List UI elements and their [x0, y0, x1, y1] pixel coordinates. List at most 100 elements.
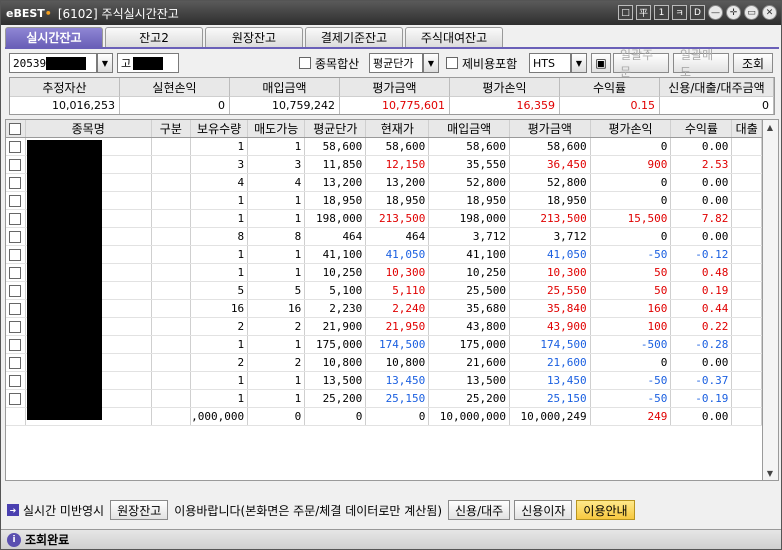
row-checkbox[interactable]: [6, 318, 26, 335]
grid-cell-cur: 21,950: [366, 318, 430, 335]
table-row[interactable]: 1 1 10,250 10,300 10,250 10,300 50 0.48: [6, 264, 762, 282]
grid-cell-avg: 25,200: [305, 390, 367, 407]
row-checkbox[interactable]: [6, 282, 26, 299]
table-row[interactable]: 1 1 175,000 174,500 175,000 174,500 -500 -0.28: [6, 336, 762, 354]
grid-header-cell[interactable]: 종목명: [26, 120, 152, 137]
table-row[interactable]: 1 1 58,600 58,600 58,600 58,600 0 0.00: [6, 138, 762, 156]
row-checkbox[interactable]: [6, 192, 26, 209]
ledger-balance-button[interactable]: 원장잔고: [110, 500, 169, 520]
avg-price-select[interactable]: 평균단가 ▼: [369, 53, 439, 73]
vertical-scrollbar[interactable]: ▲ ▼: [763, 119, 779, 481]
table-row[interactable]: 1 1 25,200 25,150 25,200 25,150 -50 -0.19: [6, 390, 762, 408]
save-icon[interactable]: ▣: [591, 53, 611, 73]
grid-header-cell[interactable]: 매도가능: [248, 120, 306, 137]
title-buttons: □ 平 1 ㅋ D — ✛ ▭ ✕: [618, 5, 777, 20]
grid-header-cell[interactable]: 구분: [152, 120, 192, 137]
grid-header-cell[interactable]: 평가금액: [510, 120, 591, 137]
table-row[interactable]: 1 1 41,100 41,050 41,100 41,050 -50 -0.12: [6, 246, 762, 264]
row-checkbox[interactable]: [6, 300, 26, 317]
table-row[interactable]: 4 4 13,200 13,200 52,800 52,800 0 0.00: [6, 174, 762, 192]
row-checkbox[interactable]: [6, 336, 26, 353]
row-checkbox[interactable]: [6, 390, 26, 407]
account-dropdown-icon[interactable]: ▼: [97, 53, 113, 73]
grid-header-cell[interactable]: 보유수량: [191, 120, 249, 137]
title-bar: eBEST• [6102] 주식실시간잔고 □ 平 1 ㅋ D — ✛ ▭ ✕: [1, 1, 781, 25]
tab-ledger-balance[interactable]: 원장잔고: [205, 27, 303, 47]
table-row[interactable]: 16 16 2,230 2,240 35,680 35,840 160 0.44: [6, 300, 762, 318]
group-icon[interactable]: ㅋ: [672, 5, 687, 20]
grid-header-cell[interactable]: 평가손익: [591, 120, 672, 137]
select-all-checkbox[interactable]: [6, 120, 26, 137]
account-input[interactable]: 20539: [9, 53, 97, 73]
grid-header-cell[interactable]: 수익률: [671, 120, 733, 137]
tab-realtime-balance[interactable]: 실시간잔고: [5, 27, 103, 47]
tab-settlement-balance[interactable]: 결제기준잔고: [305, 27, 403, 47]
grid-cell-loan: [732, 246, 762, 263]
cost-checkbox-row[interactable]: 제비용포함: [446, 53, 517, 73]
grid-cell-rate: 0.00: [671, 192, 733, 209]
chevron-down-icon[interactable]: ▼: [571, 53, 587, 73]
grid-cell-avg: 11,850: [305, 156, 367, 173]
scroll-up-icon[interactable]: ▲: [763, 120, 777, 134]
grid-header-cell[interactable]: 평균단가: [305, 120, 367, 137]
summary-checkbox[interactable]: [299, 57, 311, 69]
grid-cell-rate: 7.82: [671, 210, 733, 227]
table-row[interactable]: 1 1 18,950 18,950 18,950 18,950 0 0.00: [6, 192, 762, 210]
table-row[interactable]: 2 2 10,800 10,800 21,600 21,600 0 0.00: [6, 354, 762, 372]
bulk-sell-button[interactable]: 일괄매도: [673, 48, 729, 79]
row-checkbox[interactable]: [6, 138, 26, 155]
tab-balance2[interactable]: 잔고2: [105, 27, 203, 47]
export-icon[interactable]: D: [690, 5, 705, 20]
grid-cell-cur: 12,150: [366, 156, 430, 173]
grid-cell-qty: 2: [191, 354, 249, 371]
grid-cell-sellable: 0: [248, 408, 306, 425]
hts-select[interactable]: HTS ▼: [529, 53, 587, 73]
number-icon[interactable]: 1: [654, 5, 669, 20]
row-checkbox[interactable]: [6, 354, 26, 371]
close-icon[interactable]: ✕: [762, 5, 777, 20]
table-row[interactable]: 1 1 13,500 13,450 13,500 13,450 -50 -0.37: [6, 372, 762, 390]
grid-cell-buy: 41,100: [429, 246, 510, 263]
grid-cell-avg: 18,950: [305, 192, 367, 209]
table-row[interactable]: CMA RP0,000,00000010,000,00010,000,24924…: [6, 408, 762, 426]
table-row[interactable]: 2 2 21,900 21,950 43,800 43,900 100 0.22: [6, 318, 762, 336]
row-checkbox[interactable]: [6, 174, 26, 191]
chevron-down-icon[interactable]: ▼: [423, 53, 439, 73]
grid-header-cell[interactable]: 매입금액: [429, 120, 510, 137]
summary-checkbox-row[interactable]: 종목합산: [299, 53, 359, 73]
row-checkbox[interactable]: [6, 210, 26, 227]
row-checkbox[interactable]: [6, 156, 26, 173]
table-row[interactable]: 1 1 198,000 213,500 198,000 213,500 15,500 7.82: [6, 210, 762, 228]
credit-button[interactable]: 신용/대주: [448, 500, 511, 520]
grid-cell-eval: 213,500: [510, 210, 591, 227]
summary-header-cell: 추정자산: [10, 78, 120, 96]
row-checkbox[interactable]: [6, 228, 26, 245]
grid-cell-sellable: 2: [248, 354, 306, 371]
cost-checkbox[interactable]: [446, 57, 458, 69]
row-checkbox[interactable]: [6, 264, 26, 281]
guide-button[interactable]: 이용안내: [576, 500, 635, 520]
bulk-order-button[interactable]: 일괄주문: [613, 48, 669, 79]
minimize-icon[interactable]: —: [708, 5, 723, 20]
scroll-down-icon[interactable]: ▼: [763, 466, 777, 480]
grid-cell-buy: 10,250: [429, 264, 510, 281]
table-row[interactable]: 3 3 11,850 12,150 35,550 36,450 900 2.53: [6, 156, 762, 174]
query-button[interactable]: 조회: [733, 53, 773, 73]
grid-cell-type: [152, 264, 192, 281]
grid-header-cell[interactable]: 현재가: [366, 120, 430, 137]
arrow-right-icon: ➜: [7, 504, 19, 516]
table-row[interactable]: 5 5 5,100 5,110 25,500 25,550 50 0.19: [6, 282, 762, 300]
move-icon[interactable]: ✛: [726, 5, 741, 20]
summary-value-cell: 10,759,242: [230, 96, 340, 114]
row-checkbox[interactable]: [6, 246, 26, 263]
pin-icon[interactable]: 平: [636, 5, 651, 20]
row-checkbox[interactable]: [6, 408, 26, 425]
table-row[interactable]: 8 8 464 464 3,712 3,712 0 0.00: [6, 228, 762, 246]
grid-cell-rate: 0.00: [671, 228, 733, 245]
credit-interest-button[interactable]: 신용이자: [514, 500, 573, 520]
tab-lending-balance[interactable]: 주식대여잔고: [405, 27, 503, 47]
maximize-icon[interactable]: ▭: [744, 5, 759, 20]
window-link-icon[interactable]: □: [618, 5, 633, 20]
grid-header-cell[interactable]: 대출: [732, 120, 762, 137]
row-checkbox[interactable]: [6, 372, 26, 389]
